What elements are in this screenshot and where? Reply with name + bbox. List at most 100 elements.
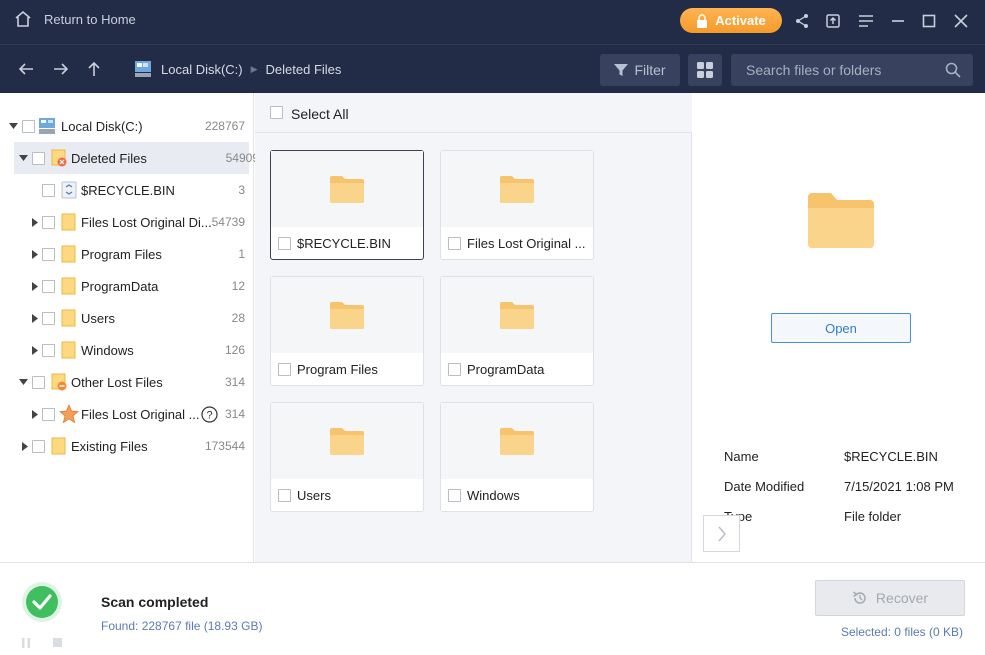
select-all-checkbox[interactable] bbox=[270, 106, 283, 119]
detail-panel: Open Name $RECYCLE.BIN Date Modified 7/1… bbox=[693, 93, 985, 562]
folder-card[interactable]: Program Files bbox=[270, 276, 424, 386]
navigation-bar: Local Disk(C:) ▶ Deleted Files Filter bbox=[0, 44, 985, 93]
view-toggle-button[interactable] bbox=[688, 54, 722, 86]
checkbox[interactable] bbox=[278, 237, 291, 250]
tree-item-label: Local Disk(C:) bbox=[61, 118, 143, 134]
checkbox[interactable] bbox=[278, 489, 291, 502]
folder-icon bbox=[51, 437, 66, 455]
folder-card[interactable]: Files Lost Original ... bbox=[440, 150, 594, 260]
breadcrumb-item-deleted-files[interactable]: Deleted Files bbox=[266, 62, 342, 77]
next-panel-button[interactable] bbox=[703, 515, 740, 552]
deleted-folder-icon bbox=[51, 149, 67, 167]
checkbox[interactable] bbox=[448, 489, 461, 502]
search-icon[interactable] bbox=[945, 62, 961, 78]
checkbox[interactable] bbox=[42, 215, 55, 229]
tree-item-label: Existing Files bbox=[71, 438, 148, 454]
lock-icon bbox=[697, 13, 708, 28]
checkbox[interactable] bbox=[32, 151, 45, 165]
folder-card[interactable]: $RECYCLE.BIN bbox=[270, 150, 424, 260]
maximize-icon[interactable] bbox=[919, 11, 939, 31]
checkbox[interactable] bbox=[448, 237, 461, 250]
checkbox[interactable] bbox=[42, 311, 55, 325]
caret-right-icon[interactable] bbox=[30, 217, 40, 227]
checkbox[interactable] bbox=[22, 119, 35, 133]
folder-card-label: Users bbox=[297, 488, 331, 503]
tree-item-files-lost-original-dir[interactable]: Files Lost Original Di... 54739 bbox=[0, 206, 254, 238]
folder-card[interactable]: Windows bbox=[440, 402, 594, 512]
tree-item-count: 1 bbox=[238, 247, 245, 261]
recycle-bin-icon bbox=[61, 181, 77, 199]
checkbox[interactable] bbox=[32, 439, 45, 453]
property-name: Date Modified bbox=[724, 479, 805, 494]
caret-down-icon[interactable] bbox=[18, 153, 28, 163]
tree-item-deleted-files[interactable]: Deleted Files 54909 bbox=[14, 142, 259, 174]
tree-item-windows[interactable]: Windows 126 bbox=[0, 334, 254, 366]
folder-icon bbox=[330, 176, 364, 203]
folder-tree: Local Disk(C:) 228767 Deleted Files 5490… bbox=[0, 93, 259, 562]
forward-arrow-icon[interactable] bbox=[51, 59, 71, 79]
pause-icon[interactable] bbox=[21, 638, 31, 648]
tree-item-label: ProgramData bbox=[81, 278, 159, 294]
checkbox[interactable] bbox=[42, 279, 55, 293]
tree-item-recycle-bin[interactable]: $RECYCLE.BIN 3 bbox=[0, 174, 254, 206]
folder-icon bbox=[500, 176, 534, 203]
home-icon bbox=[15, 10, 31, 27]
tree-item-count: 228767 bbox=[204, 119, 245, 133]
tree-item-count: 54739 bbox=[211, 215, 245, 229]
search-box bbox=[731, 54, 973, 86]
tree-item-files-lost-original[interactable]: Files Lost Original ... ? 314 bbox=[0, 398, 254, 430]
tree-item-program-files[interactable]: Program Files 1 bbox=[0, 238, 254, 270]
tree-item-count: 54909 bbox=[225, 151, 259, 165]
upload-icon[interactable] bbox=[823, 11, 843, 31]
up-arrow-icon[interactable] bbox=[84, 59, 104, 79]
caret-down-icon[interactable] bbox=[8, 121, 18, 131]
tree-item-local-disk[interactable]: Local Disk(C:) 228767 bbox=[0, 110, 254, 142]
checkbox[interactable] bbox=[32, 375, 45, 389]
return-home-button[interactable]: Return to Home bbox=[14, 10, 136, 28]
back-arrow-icon[interactable] bbox=[16, 59, 36, 79]
menu-icon[interactable] bbox=[856, 11, 876, 31]
folder-card-label: ProgramData bbox=[467, 362, 545, 377]
drive-icon bbox=[135, 61, 151, 77]
checkbox[interactable] bbox=[278, 363, 291, 376]
activate-button[interactable]: Activate bbox=[680, 8, 782, 33]
folder-card[interactable]: ProgramData bbox=[440, 276, 594, 386]
close-icon[interactable] bbox=[951, 11, 971, 31]
checkbox[interactable] bbox=[42, 343, 55, 357]
help-icon[interactable]: ? bbox=[201, 406, 218, 423]
checkbox[interactable] bbox=[42, 407, 55, 421]
search-input[interactable] bbox=[731, 62, 931, 78]
tree-item-count: 314 bbox=[224, 375, 245, 389]
breadcrumb: Local Disk(C:) ▶ Deleted Files bbox=[133, 59, 341, 79]
property-value: 7/15/2021 1:08 PM bbox=[844, 479, 954, 494]
stop-icon[interactable] bbox=[53, 638, 62, 647]
caret-right-icon[interactable] bbox=[30, 313, 40, 323]
tree-item-users[interactable]: Users 28 bbox=[0, 302, 254, 334]
tree-item-existing-files[interactable]: Existing Files 173544 bbox=[0, 430, 254, 462]
recover-button[interactable]: Recover bbox=[815, 580, 965, 616]
tree-item-programdata[interactable]: ProgramData 12 bbox=[0, 270, 254, 302]
share-icon[interactable] bbox=[792, 11, 812, 31]
tree-item-label: Files Lost Original Di... bbox=[81, 214, 212, 230]
filter-button[interactable]: Filter bbox=[600, 54, 680, 86]
tree-item-label: $RECYCLE.BIN bbox=[81, 182, 175, 198]
caret-right-icon[interactable] bbox=[20, 441, 30, 451]
chevron-right-icon bbox=[717, 526, 726, 541]
caret-right-icon[interactable] bbox=[30, 409, 40, 419]
select-all-row[interactable]: Select All bbox=[255, 93, 692, 133]
folder-icon bbox=[61, 341, 76, 359]
minimize-icon[interactable] bbox=[888, 11, 908, 31]
checkbox[interactable] bbox=[42, 183, 55, 197]
breadcrumb-item-local-disk[interactable]: Local Disk(C:) bbox=[161, 62, 243, 77]
tree-item-other-lost-files[interactable]: Other Lost Files 314 bbox=[0, 366, 254, 398]
caret-down-icon[interactable] bbox=[18, 377, 28, 387]
caret-right-icon[interactable] bbox=[30, 345, 40, 355]
open-button[interactable]: Open bbox=[771, 313, 911, 343]
checkbox[interactable] bbox=[42, 247, 55, 261]
caret-right-icon[interactable] bbox=[30, 249, 40, 259]
folder-card[interactable]: Users bbox=[270, 402, 424, 512]
folder-card-label: Program Files bbox=[297, 362, 378, 377]
caret-right-icon[interactable] bbox=[30, 281, 40, 291]
property-value: File folder bbox=[844, 509, 902, 524]
checkbox[interactable] bbox=[448, 363, 461, 376]
